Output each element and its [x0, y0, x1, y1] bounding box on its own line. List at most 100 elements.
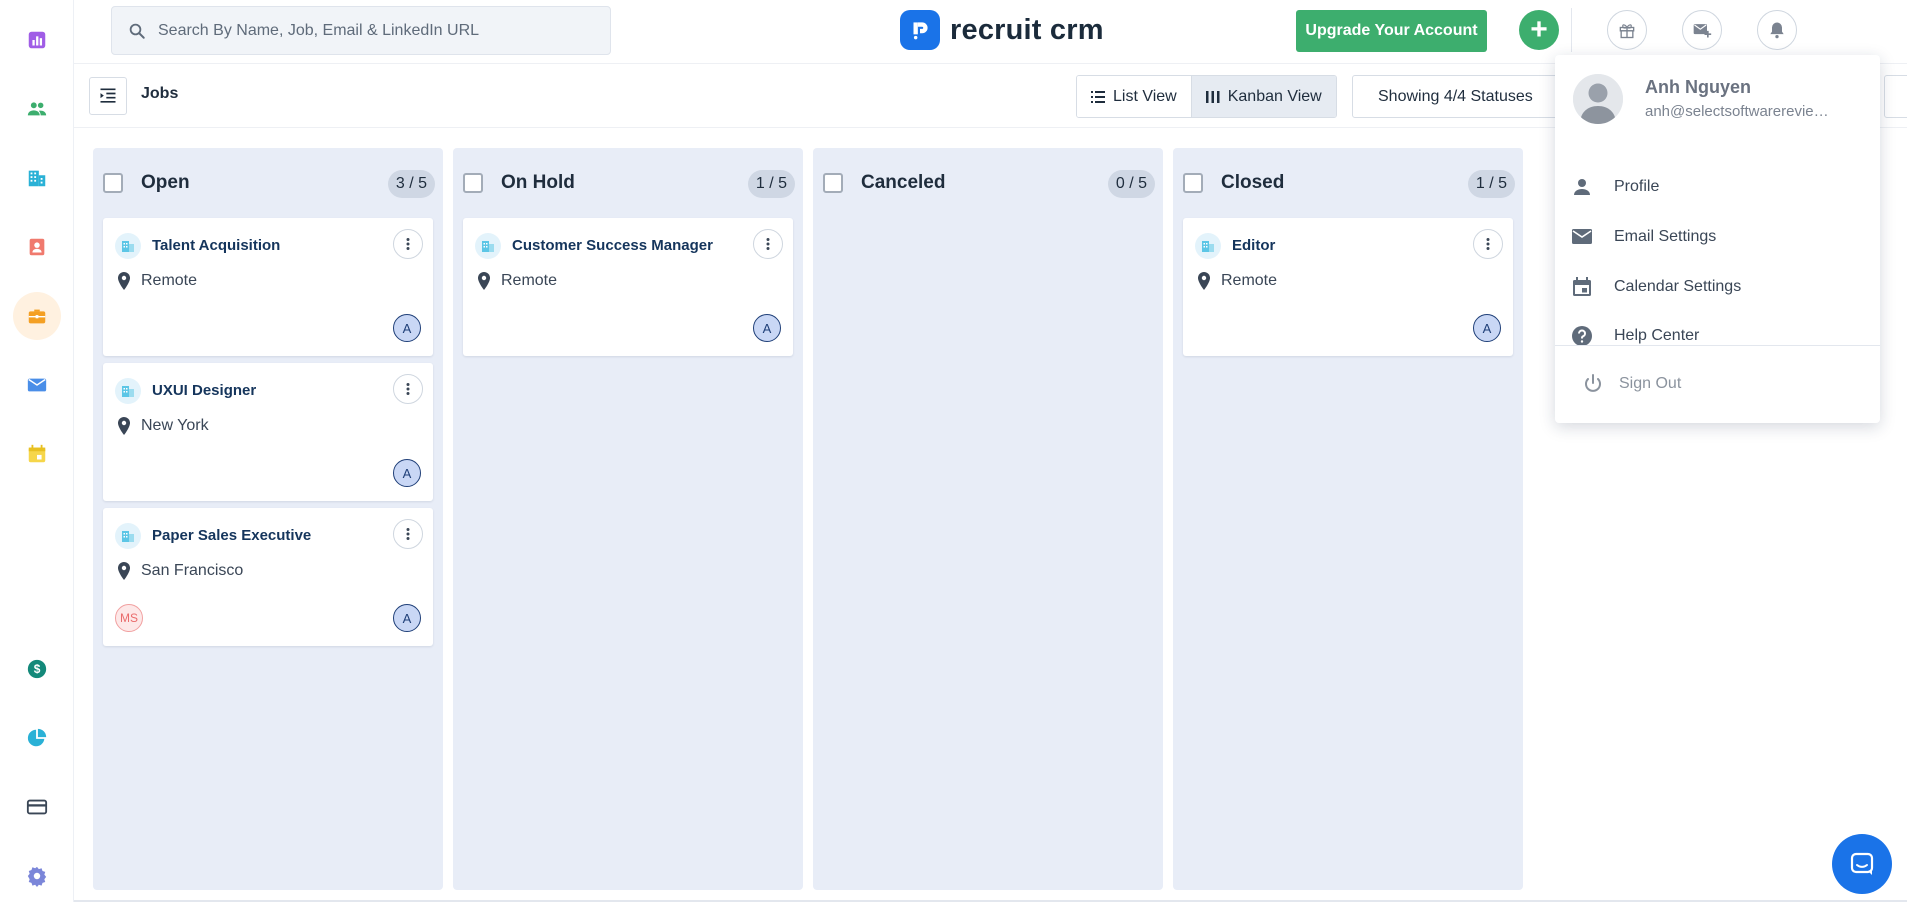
page-title: Jobs — [141, 85, 179, 102]
email-icon[interactable] — [13, 361, 61, 409]
filter-button[interactable] — [1884, 75, 1907, 118]
job-title[interactable]: Paper Sales Executive — [152, 527, 311, 544]
contacts-icon[interactable] — [13, 223, 61, 271]
divider — [1571, 8, 1572, 52]
list-icon — [1091, 90, 1105, 103]
menu-item-label: Profile — [1614, 178, 1660, 195]
company-building-icon — [115, 233, 141, 259]
kanban-column-closed: Closed 1 / 5 Editor Remote A — [1173, 148, 1523, 890]
user-email: anh@selectsoftwarereviews.com — [1645, 103, 1835, 120]
column-count-badge: 1 / 5 — [747, 170, 795, 198]
indent-icon — [100, 88, 116, 103]
card-more-options-icon[interactable] — [393, 519, 423, 549]
sign-out-label: Sign Out — [1619, 375, 1682, 392]
settings-icon[interactable] — [13, 852, 61, 900]
menu-item-calendar-settings[interactable]: Calendar Settings — [1555, 265, 1880, 309]
column-select-checkbox[interactable] — [103, 173, 123, 193]
list-view-button[interactable]: List View — [1077, 76, 1191, 117]
job-card[interactable]: Customer Success Manager Remote A — [463, 218, 793, 356]
power-icon — [1585, 374, 1601, 392]
global-search[interactable] — [111, 6, 611, 55]
chat-widget-button[interactable] — [1832, 834, 1892, 894]
kanban-column-open: Open 3 / 5 Talent Acquisition Remote A UXUI D… — [93, 148, 443, 890]
billing-icon[interactable]: $ — [13, 645, 61, 693]
kanban-column-on-hold: On Hold 1 / 5 Customer Success Manager Remo… — [453, 148, 803, 890]
owner-avatar[interactable]: MS — [115, 604, 143, 632]
user-menu-dropdown: Anh Nguyen anh@selectsoftwarereviews.com… — [1555, 55, 1880, 423]
jobs-icon[interactable] — [13, 292, 61, 340]
menu-item-label: Email Settings — [1614, 228, 1717, 245]
logo-mark-icon — [900, 10, 940, 50]
location-pin-icon — [477, 272, 501, 290]
menu-item-profile[interactable]: Profile — [1555, 165, 1880, 209]
status-filter-label: Showing 4/4 Statuses — [1378, 87, 1533, 105]
card-more-options-icon[interactable] — [753, 229, 783, 259]
user-menu-avatar — [1573, 74, 1623, 124]
job-title[interactable]: Talent Acquisition — [152, 237, 280, 254]
column-title: Open — [141, 172, 190, 193]
assignee-avatar[interactable]: A — [393, 459, 421, 487]
card-more-options-icon[interactable] — [393, 374, 423, 404]
card-icon[interactable] — [13, 783, 61, 831]
assignee-avatar[interactable]: A — [393, 604, 421, 632]
job-location: San Francisco — [117, 562, 243, 580]
kanban-column-canceled: Canceled 0 / 5 — [813, 148, 1163, 890]
column-select-checkbox[interactable] — [823, 173, 843, 193]
company-building-icon — [1195, 233, 1221, 259]
upgrade-button[interactable]: Upgrade Your Account — [1296, 10, 1487, 52]
companies-icon[interactable] — [13, 154, 61, 202]
company-building-icon — [115, 378, 141, 404]
column-header: Open 3 / 5 — [93, 148, 443, 218]
job-card[interactable]: Editor Remote A — [1183, 218, 1513, 356]
job-title[interactable]: UXUI Designer — [152, 382, 256, 399]
collapse-sidebar-button[interactable] — [89, 77, 127, 115]
menu-item-help-center[interactable]: Help Center — [1555, 314, 1880, 358]
candidates-icon[interactable] — [13, 85, 61, 133]
column-header: On Hold 1 / 5 — [453, 148, 803, 218]
assignee-avatar[interactable]: A — [753, 314, 781, 342]
reports-icon[interactable] — [13, 16, 61, 64]
company-building-icon — [475, 233, 501, 259]
job-location: Remote — [117, 272, 197, 290]
svg-text:$: $ — [34, 662, 41, 676]
analytics-icon[interactable] — [13, 714, 61, 762]
column-count-badge: 0 / 5 — [1107, 170, 1155, 198]
assignee-avatar[interactable]: A — [393, 314, 421, 342]
kanban-view-button[interactable]: Kanban View — [1190, 76, 1336, 117]
column-select-checkbox[interactable] — [1183, 173, 1203, 193]
menu-divider — [1555, 345, 1880, 346]
card-more-options-icon[interactable] — [1473, 229, 1503, 259]
location-text: New York — [141, 417, 209, 434]
job-title[interactable]: Customer Success Manager — [512, 237, 713, 254]
assignee-avatar[interactable]: A — [1473, 314, 1501, 342]
menu-item-email-settings[interactable]: Email Settings — [1555, 215, 1880, 259]
job-title[interactable]: Editor — [1232, 237, 1275, 254]
column-count-badge: 1 / 5 — [1467, 170, 1515, 198]
calendar-icon[interactable] — [13, 430, 61, 478]
job-location: New York — [117, 417, 209, 435]
column-header: Closed 1 / 5 — [1173, 148, 1523, 218]
kanban-icon — [1205, 90, 1220, 103]
menu-item-label: Help Center — [1614, 327, 1700, 344]
search-input[interactable] — [158, 21, 598, 40]
add-button[interactable]: + — [1519, 10, 1559, 50]
job-location: Remote — [1197, 272, 1277, 290]
location-text: San Francisco — [141, 562, 244, 579]
search-icon — [129, 23, 145, 39]
compose-mail-icon[interactable] — [1682, 10, 1722, 50]
status-filter-select[interactable]: Showing 4/4 Statuses — [1352, 75, 1562, 118]
column-title: On Hold — [501, 172, 575, 193]
mail-icon — [1572, 229, 1592, 244]
job-card[interactable]: UXUI Designer New York A — [103, 363, 433, 501]
card-more-options-icon[interactable] — [393, 229, 423, 259]
location-text: Remote — [141, 272, 198, 289]
gift-icon[interactable] — [1607, 10, 1647, 50]
sign-out-button[interactable]: Sign Out — [1555, 362, 1880, 406]
location-text: Remote — [1221, 272, 1278, 289]
list-view-label: List View — [1113, 87, 1177, 105]
notification-bell-icon[interactable] — [1757, 10, 1797, 50]
job-card[interactable]: Talent Acquisition Remote A — [103, 218, 433, 356]
column-select-checkbox[interactable] — [463, 173, 483, 193]
job-card[interactable]: Paper Sales Executive San Francisco MS A — [103, 508, 433, 646]
brand-logo[interactable]: recruit crm — [900, 10, 1104, 50]
